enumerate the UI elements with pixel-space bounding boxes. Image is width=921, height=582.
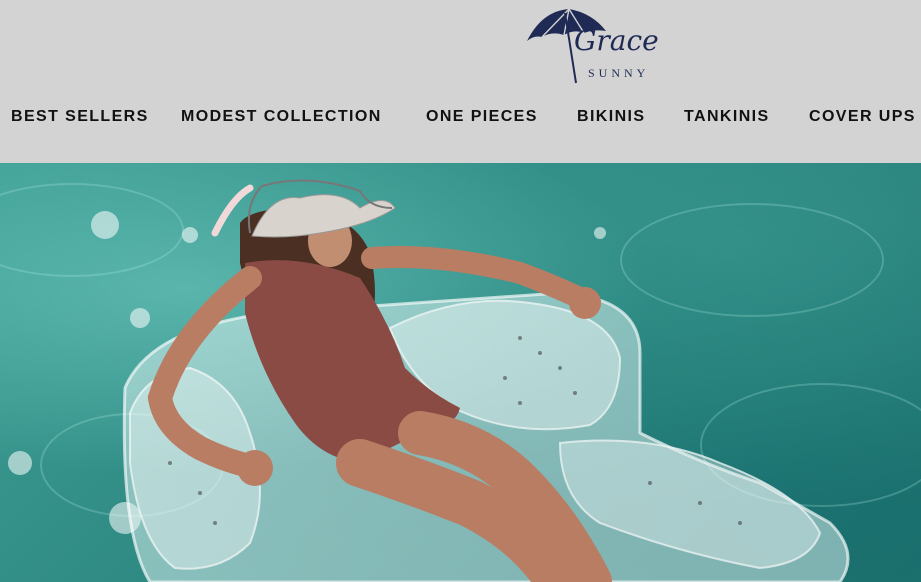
brand-subtitle: SUNNY	[588, 66, 650, 80]
nav-item-tankinis[interactable]: TANKINIS	[684, 104, 770, 130]
brand-script: Grace	[574, 24, 659, 57]
nav-item-cover-ups[interactable]: COVER UPS	[809, 104, 916, 130]
nav-item-one-pieces[interactable]: ONE PIECES	[426, 104, 538, 130]
nav-item-best-sellers[interactable]: BEST SELLERS	[11, 104, 149, 130]
site-header: Grace SUNNY BEST SELLERS MODEST COLLECTI…	[0, 0, 921, 163]
hero-image[interactable]	[0, 163, 921, 582]
brand-logo[interactable]: Grace SUNNY	[524, 3, 674, 85]
main-nav: BEST SELLERS MODEST COLLECTION ONE PIECE…	[0, 104, 921, 130]
nav-item-modest-collection[interactable]: MODEST COLLECTION	[181, 104, 382, 130]
nav-item-bikinis[interactable]: BIKINIS	[577, 104, 645, 130]
hero-photo	[8, 179, 850, 582]
